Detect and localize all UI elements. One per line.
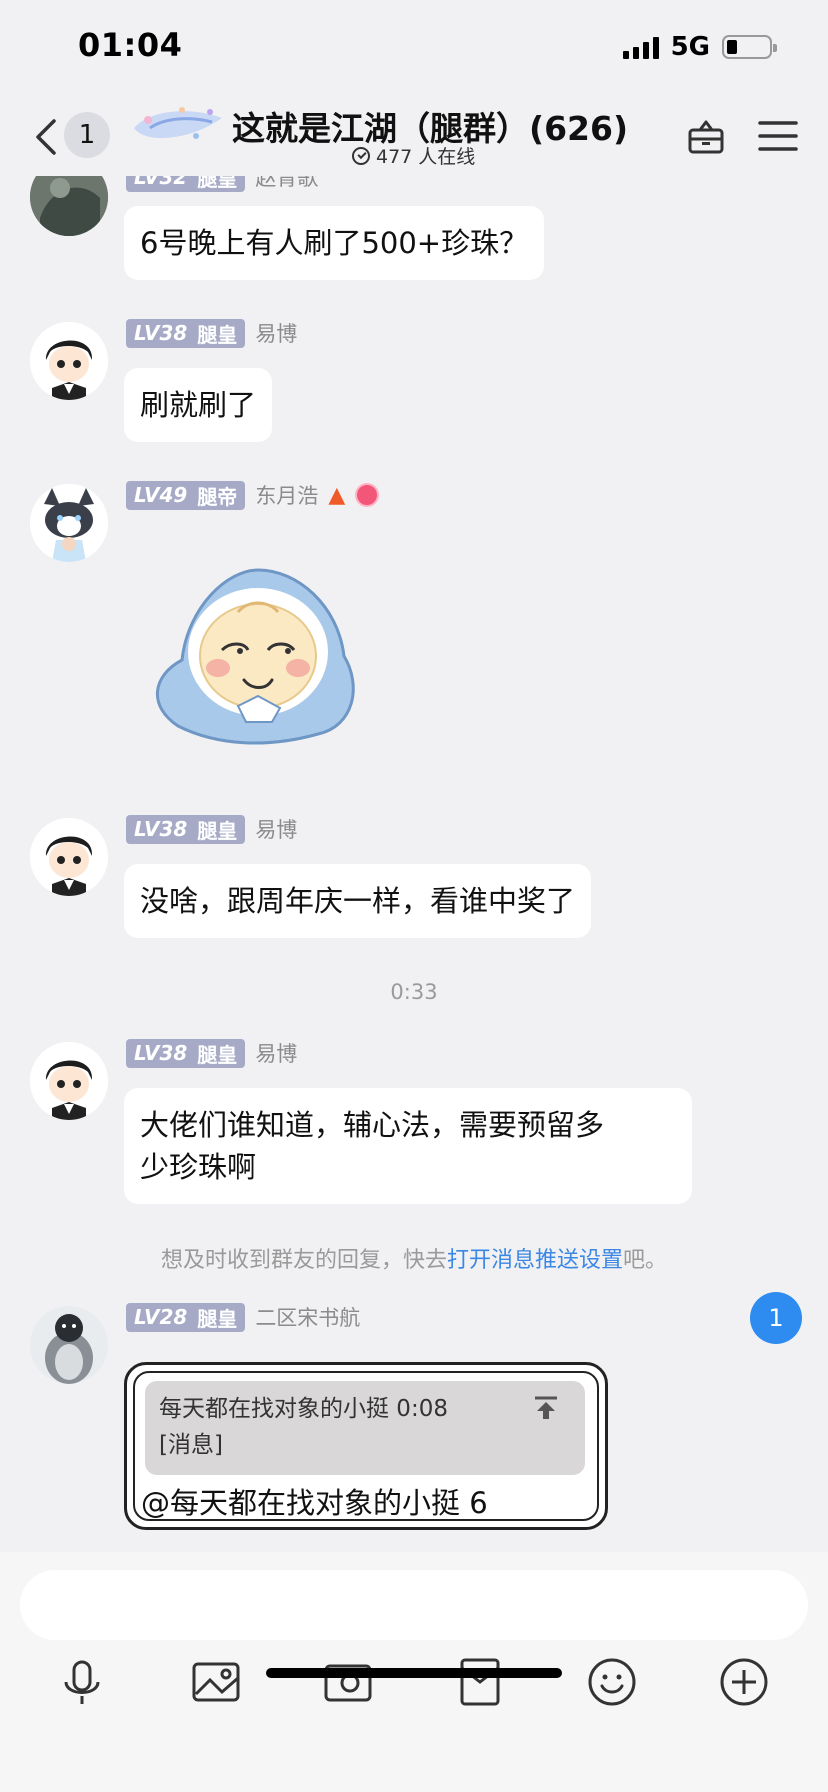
image-icon[interactable]: [188, 1654, 244, 1710]
message-bubble[interactable]: 大佬们谁知道，辅心法，需要预留多 少珍珠啊: [124, 1088, 692, 1204]
message-bubble[interactable]: 6号晚上有人刷了500+珍珠？: [124, 206, 545, 280]
online-check-icon: [352, 146, 370, 165]
message-input[interactable]: [20, 1570, 808, 1640]
sender-name[interactable]: 东月浩: [255, 480, 318, 510]
new-message-badge[interactable]: 1: [750, 1292, 802, 1344]
camera-icon[interactable]: [320, 1654, 376, 1710]
home-indicator[interactable]: [266, 1668, 562, 1678]
avatar[interactable]: [30, 322, 108, 400]
message-meta: LV28 腿皇 二区宋书航: [126, 1302, 360, 1332]
unread-count-badge[interactable]: 1: [64, 112, 110, 158]
sender-name[interactable]: 赵青歌: [255, 176, 318, 192]
message-meta: LV38 腿皇 易博: [126, 318, 297, 348]
status-indicators: 5G: [622, 32, 777, 62]
red-packet-icon[interactable]: [452, 1654, 508, 1710]
avatar[interactable]: [30, 484, 108, 562]
message-text-line: 少珍珠啊: [140, 1150, 257, 1184]
mic-icon[interactable]: [54, 1654, 110, 1710]
quoted-body: [消息]: [159, 1432, 223, 1458]
steamed-bun-blanket-sticker[interactable]: [148, 556, 362, 756]
fire-icon: ▲: [328, 482, 346, 508]
network-label: 5G: [670, 32, 710, 62]
avatar[interactable]: [30, 176, 108, 236]
push-settings-link[interactable]: 打开消息推送设置: [447, 1248, 623, 1273]
decorated-message-bubble[interactable]: 每天都在找对象的小挺 0:08 [消息] @每天都在找对象的小挺 6: [124, 1362, 608, 1530]
level-badge: LV32 腿皇: [126, 176, 246, 192]
status-time: 01:04: [78, 26, 183, 64]
online-count: 477 人在线: [352, 142, 475, 169]
avatar[interactable]: [30, 1306, 108, 1384]
message-meta: LV32 腿皇 赵青歌: [126, 176, 318, 192]
level-badge: LV38 腿皇: [126, 814, 246, 844]
chevron-left-icon: [36, 119, 56, 155]
status-bar: 01:04 5G: [0, 0, 828, 96]
message-text-line: 大佬们谁知道，辅心法，需要预留多: [140, 1108, 605, 1142]
emoji-icon[interactable]: [584, 1654, 640, 1710]
message-meta: LV38 腿皇 易博: [126, 814, 297, 844]
notice-text: 吧。: [623, 1248, 668, 1273]
group-avatar-icon: [134, 107, 222, 139]
battery-icon: [722, 35, 777, 59]
level-badge: LV38 腿皇: [126, 318, 246, 348]
sender-name[interactable]: 易博: [255, 318, 297, 348]
message-meta: LV49 腿帝 东月浩 ▲: [126, 480, 380, 510]
sender-name[interactable]: 易博: [255, 1038, 297, 1068]
avatar[interactable]: [30, 818, 108, 896]
menu-icon[interactable]: [756, 114, 800, 158]
quoted-header: 每天都在找对象的小挺 0:08: [159, 1396, 448, 1422]
plus-icon[interactable]: [716, 1654, 772, 1710]
avatar[interactable]: [30, 1042, 108, 1120]
gift-icon[interactable]: [684, 114, 728, 158]
badge-icon: [355, 483, 380, 507]
notice-text: 想及时收到群友的回复，快去: [160, 1248, 447, 1273]
sender-name[interactable]: 二区宋书航: [255, 1302, 360, 1332]
quoted-message[interactable]: 每天都在找对象的小挺 0:08 [消息]: [145, 1381, 585, 1475]
message-list[interactable]: LV32 腿皇 赵青歌 6号晚上有人刷了500+珍珠？ LV38 腿皇 易博 刷就刷…: [0, 176, 828, 1552]
online-count-text: 477 人在线: [376, 146, 476, 168]
jump-to-top-icon[interactable]: [533, 1395, 559, 1421]
chat-header: 1 这就是江湖（腿群）(626) 477 人在线: [0, 96, 828, 176]
level-badge: LV38 腿皇: [126, 1038, 246, 1068]
message-meta: LV38 腿皇 易博: [126, 1038, 297, 1068]
message-bubble[interactable]: 没啥，跟周年庆一样，看谁中奖了: [124, 864, 592, 938]
reply-text: @每天都在找对象的小挺 6: [141, 1486, 488, 1520]
level-badge: LV49 腿帝: [126, 480, 246, 510]
message-bubble[interactable]: 刷就刷了: [124, 368, 273, 442]
level-badge: LV28 腿皇: [126, 1302, 246, 1332]
signal-icon: [622, 35, 659, 59]
push-settings-notice: 想及时收到群友的回复，快去打开消息推送设置吧。: [0, 1242, 828, 1274]
sender-name[interactable]: 易博: [255, 814, 297, 844]
timestamp: 0:33: [390, 980, 438, 1004]
